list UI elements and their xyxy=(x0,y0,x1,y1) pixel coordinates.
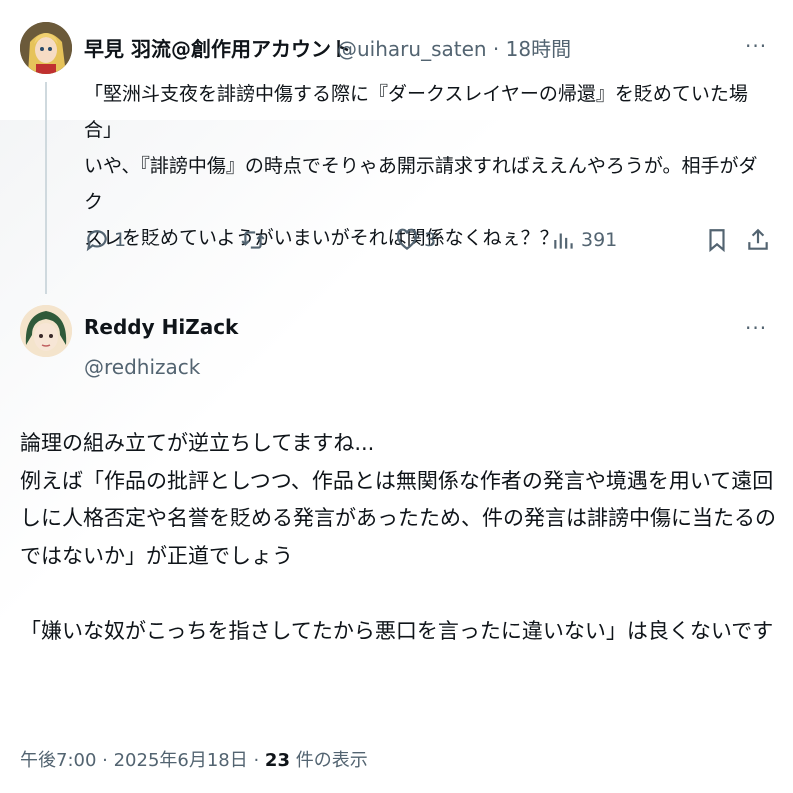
main-author-name[interactable]: Reddy HiZack xyxy=(84,315,238,339)
main-avatar-image xyxy=(20,305,72,357)
main-more-icon[interactable]: ··· xyxy=(745,318,767,338)
like-count: 3 xyxy=(424,229,437,251)
tweet-timestamp[interactable]: 午後7:00 · 2025年6月18日 · xyxy=(20,750,265,771)
views-button[interactable]: 391 xyxy=(551,227,617,253)
reply-author-handle[interactable]: @uiharu_saten · 18時間 xyxy=(337,33,571,62)
reply-avatar[interactable] xyxy=(20,22,72,74)
reply-author-name[interactable]: 早見 羽流@創作用アカウント xyxy=(84,33,351,62)
reply-more-icon[interactable]: ··· xyxy=(745,36,767,56)
reply-button[interactable]: 1 xyxy=(84,227,126,253)
main-avatar[interactable] xyxy=(20,305,72,357)
tweet-meta: 午後7:00 · 2025年6月18日 · 23 件の表示 xyxy=(20,746,368,772)
tweet-view-count: 23 xyxy=(264,750,290,771)
main-author-handle[interactable]: @redhizack xyxy=(84,355,200,379)
like-icon xyxy=(396,228,418,251)
retweet-button[interactable] xyxy=(240,227,270,253)
bookmark-button[interactable] xyxy=(704,227,730,253)
reply-actions: 1 3 391 xyxy=(0,227,793,257)
bookmark-icon xyxy=(709,229,725,253)
share-icon xyxy=(748,228,768,250)
main-text: 論理の組み立てが逆立ちしてますね... 例えば「作品の批評としつつ、作品とは無関… xyxy=(20,431,776,643)
views-icon xyxy=(554,233,573,249)
reply-separator: · xyxy=(492,37,500,61)
like-button[interactable]: 3 xyxy=(394,227,436,253)
reply-count: 1 xyxy=(114,229,127,251)
tweet-view-label: 件の表示 xyxy=(289,750,368,771)
thread-line xyxy=(45,82,47,294)
reply-handle-text[interactable]: @uiharu_saten xyxy=(337,37,487,61)
share-button[interactable] xyxy=(745,227,771,253)
retweet-icon xyxy=(241,231,265,249)
views-count: 391 xyxy=(581,229,618,251)
reply-icon xyxy=(86,230,107,252)
reply-time[interactable]: 18時間 xyxy=(506,37,571,61)
reply-avatar-image xyxy=(20,22,72,74)
